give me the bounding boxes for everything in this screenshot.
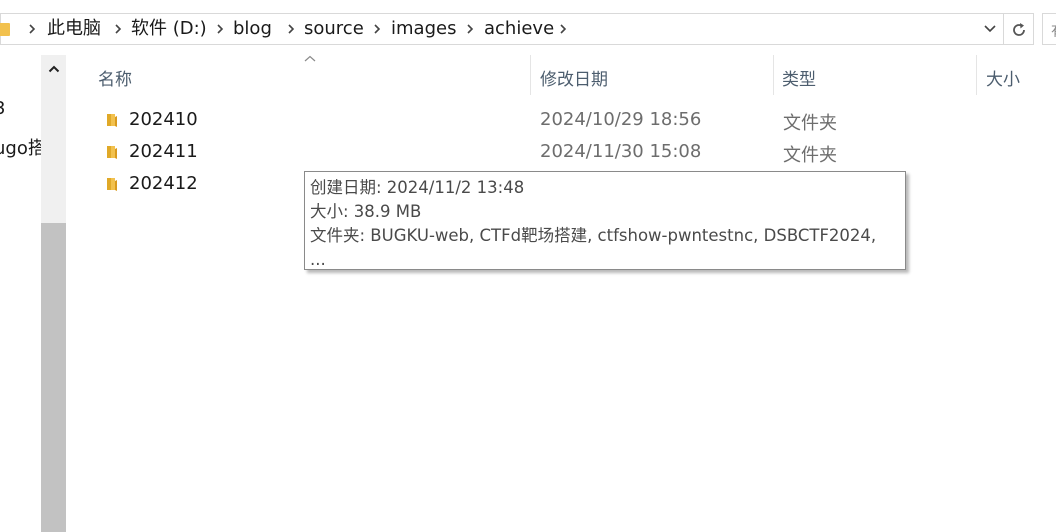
nav-scrollbar[interactable] [41,55,66,532]
chevron-right-icon[interactable] [372,20,382,38]
chevron-right-icon[interactable] [286,20,296,38]
breadcrumb-this-pc[interactable]: 此电脑 [47,19,101,39]
breadcrumb-blog[interactable]: blog [233,19,272,39]
file-type: 文件夹 [783,145,837,166]
chevron-down-icon[interactable] [983,24,997,34]
column-divider[interactable] [773,55,774,95]
file-row[interactable]: 202411 2024/11/30 15:08 文件夹 [96,136,1036,168]
sort-ascending-icon [304,55,316,62]
file-name: 202411 [129,141,198,162]
address-bar[interactable]: 此电脑 软件 (D:) blog source images achieve [0,13,1004,45]
column-header-date-modified[interactable]: 修改日期 [540,65,608,90]
file-explorer-window: 此电脑 软件 (D:) blog source images achieve 有… [0,0,1056,532]
file-date-modified: 2024/10/29 18:56 [540,109,702,130]
breadcrumb-images[interactable]: images [391,19,456,39]
nav-item-partial[interactable]: ugo搭 [0,134,41,160]
breadcrumb-achieve[interactable]: achieve [484,19,554,39]
chevron-right-icon[interactable] [113,20,123,38]
breadcrumb-source[interactable]: source [304,19,364,39]
folder-info-tooltip: 创建日期: 2024/11/2 13:48 大小: 38.9 MB 文件夹: B… [304,171,906,270]
file-name: 202410 [129,109,198,130]
chevron-right-icon[interactable] [558,20,568,38]
tooltip-ellipsis: ... [310,250,326,269]
column-header-size[interactable]: 大小 [986,65,1020,90]
column-divider[interactable] [530,55,531,95]
tooltip-folders: 文件夹: BUGKU-web, CTFd靶场搭建, ctfshow-pwntes… [310,226,877,245]
column-header-name[interactable]: 名称 [98,65,132,90]
scrollbar-thumb[interactable] [41,223,66,532]
file-type: 文件夹 [783,113,837,134]
refresh-button[interactable] [1004,13,1034,45]
folder-icon [107,114,117,127]
column-header-type[interactable]: 类型 [782,65,816,90]
navigation-pane: 3 ugo搭 [0,55,41,532]
chevron-right-icon[interactable] [215,20,225,38]
folder-icon [107,146,117,159]
chevron-up-icon[interactable] [48,64,60,74]
tooltip-size: 大小: 38.9 MB [310,202,422,221]
breadcrumb-drive-d[interactable]: 软件 (D:) [131,19,207,39]
refresh-icon [1013,23,1025,36]
tooltip-created-date: 创建日期: 2024/11/2 13:48 [310,178,525,197]
file-name: 202412 [129,173,198,194]
folder-icon [107,178,117,191]
folder-icon [0,23,10,36]
chevron-right-icon[interactable] [465,20,475,38]
search-placeholder: 有 [1051,21,1056,41]
search-input[interactable]: 有 [1042,13,1056,45]
nav-item-partial[interactable]: 3 [0,98,5,119]
file-date-modified: 2024/11/30 15:08 [540,141,702,162]
chevron-right-icon[interactable] [27,20,37,38]
file-row[interactable]: 202410 2024/10/29 18:56 文件夹 [96,104,1036,136]
column-divider[interactable] [976,55,977,95]
